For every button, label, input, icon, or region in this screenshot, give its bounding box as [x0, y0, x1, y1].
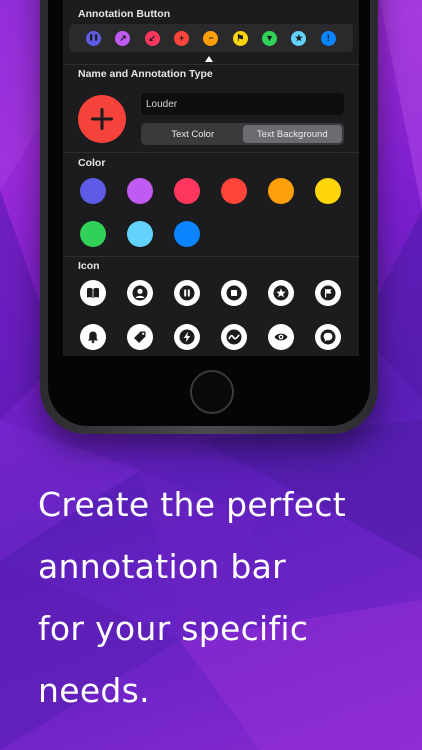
arrow-up-right-annotation-button[interactable]: ↗: [115, 30, 131, 46]
speech-bubble-icon: [320, 329, 336, 345]
color-swatch[interactable]: [127, 178, 153, 204]
icon-option-waveform[interactable]: [221, 324, 247, 350]
color-title: Color: [78, 157, 106, 169]
pause-annotation-button[interactable]: ❚❚: [86, 30, 102, 46]
marketing-headline: Create the perfect annotation bar for yo…: [38, 474, 398, 722]
home-button[interactable]: [190, 370, 234, 414]
bolt-icon: [179, 329, 195, 345]
star-icon: [273, 285, 289, 301]
color-swatch[interactable]: [80, 178, 106, 204]
icon-option-flag[interactable]: [315, 280, 341, 306]
selection-caret: [205, 56, 213, 62]
flag-icon: [320, 285, 336, 301]
headline-line: annotation bar: [38, 547, 287, 586]
flag-icon: ⚑: [236, 32, 245, 43]
icon-option-speech-bubble[interactable]: [315, 324, 341, 350]
color-swatch[interactable]: [268, 178, 294, 204]
flag-annotation-button[interactable]: ⚑: [232, 30, 248, 46]
book-icon: [87, 287, 99, 298]
name-type-title: Name and Annotation Type: [78, 68, 213, 80]
icon-option-bell[interactable]: [80, 324, 106, 350]
arrow-up-right-icon: ↗: [119, 32, 127, 43]
icon-option-bolt[interactable]: [174, 324, 200, 350]
icon-option-pause[interactable]: [174, 280, 200, 306]
plus-icon: [91, 108, 113, 130]
annotation-type-segmented: Text Color Text Background: [141, 123, 344, 145]
segment-text-background[interactable]: Text Background: [242, 125, 342, 143]
color-swatch[interactable]: [174, 178, 200, 204]
color-swatch[interactable]: [80, 221, 106, 247]
bell-icon: [88, 331, 98, 344]
exclamation-annotation-button[interactable]: !: [320, 30, 336, 46]
color-swatch[interactable]: [174, 221, 200, 247]
icon-option-book[interactable]: [80, 280, 106, 306]
arrow-down-left-annotation-button[interactable]: ↙: [144, 30, 160, 46]
triangle-down-icon: ▼: [265, 32, 275, 43]
plus-annotation-button[interactable]: +: [174, 30, 190, 46]
stop-icon: [226, 285, 242, 301]
star-annotation-button[interactable]: ★: [291, 30, 307, 46]
divider: [63, 64, 359, 65]
tag-icon: [134, 331, 146, 343]
headline-line: needs.: [38, 671, 150, 710]
annotation-name-field[interactable]: [141, 93, 344, 115]
color-swatch[interactable]: [315, 178, 341, 204]
icon-option-person[interactable]: [127, 280, 153, 306]
arrow-down-left-icon: ↙: [148, 32, 157, 43]
annotation-button-title: Annotation Button: [78, 8, 171, 20]
divider: [63, 256, 359, 257]
headline-line: Create the perfect: [38, 485, 347, 524]
annotation-button-row: ❚❚ ↗ ↙ + − ⚑ ▼ ★!: [69, 24, 353, 52]
icon-option-eye[interactable]: [268, 324, 294, 350]
icon-option-star[interactable]: [268, 280, 294, 306]
star-icon: ★: [294, 32, 303, 43]
color-swatch[interactable]: [127, 221, 153, 247]
app-screen: Annotation Button ❚❚ ↗ ↙ + − ⚑ ▼ ★! Name and An…: [63, 0, 359, 356]
pause-icon: ❚❚: [88, 35, 99, 41]
segment-text-color[interactable]: Text Color: [143, 125, 243, 143]
minus-annotation-button[interactable]: −: [203, 30, 219, 46]
divider: [63, 152, 359, 153]
waveform-icon: [226, 329, 242, 345]
icon-title: Icon: [78, 260, 100, 272]
icon-option-stop[interactable]: [221, 280, 247, 306]
headline-line: for your specific: [38, 609, 309, 648]
eye-icon: [274, 333, 288, 341]
icon-option-tag[interactable]: [127, 324, 153, 350]
exclamation-icon: !: [326, 32, 330, 43]
pause-icon: [179, 285, 195, 301]
plus-icon: +: [179, 32, 185, 43]
minus-icon: −: [208, 32, 214, 43]
person-icon: [132, 285, 148, 301]
annotation-preview-button[interactable]: [78, 95, 126, 143]
triangle-down-annotation-button[interactable]: ▼: [262, 30, 278, 46]
color-swatch[interactable]: [221, 178, 247, 204]
